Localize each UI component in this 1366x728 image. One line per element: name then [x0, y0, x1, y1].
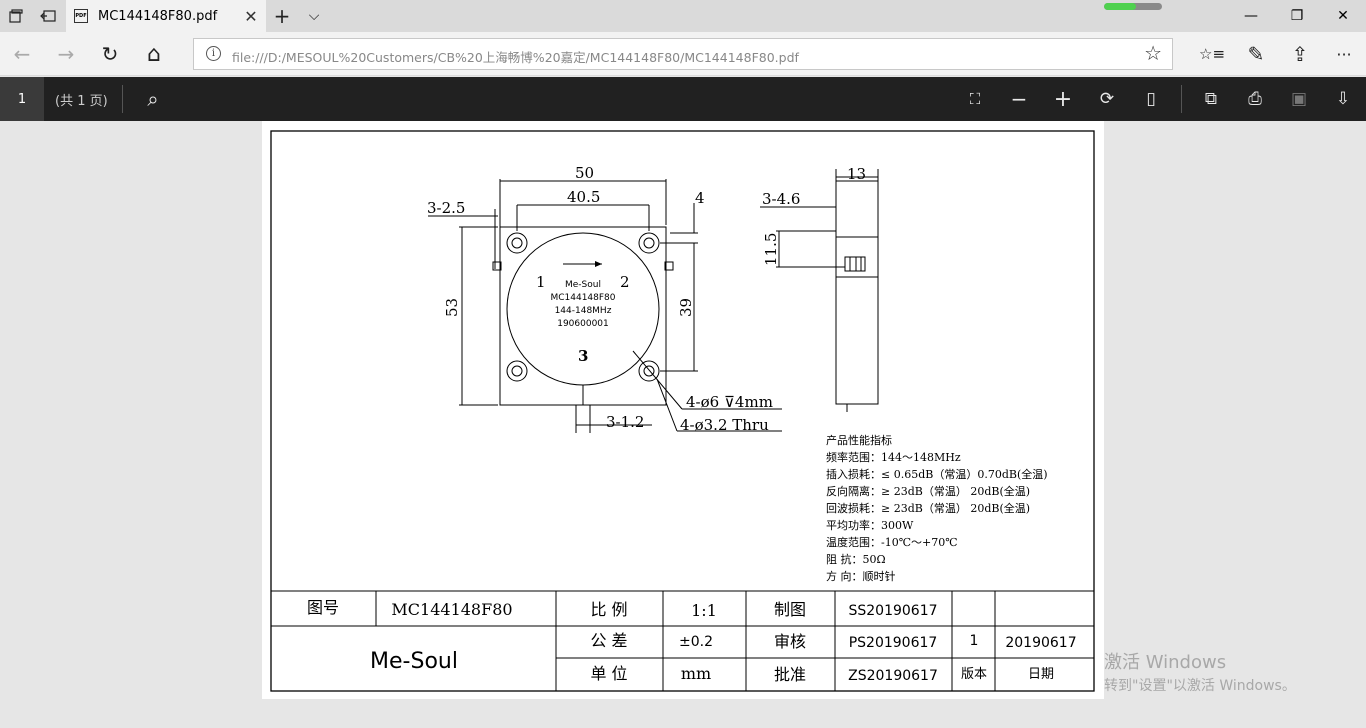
version-label: 版本: [961, 667, 987, 682]
spec-line: 产品性能指标: [826, 433, 892, 447]
spec-line: 回波损耗：≥ 23dB（常温） 20dB(全温): [826, 501, 1030, 515]
download-progress-fill: [1104, 3, 1136, 10]
drawn-value: SS20190617: [848, 603, 937, 619]
unit-label: 单 位: [590, 664, 627, 683]
fit-page-icon[interactable]: ⛶: [963, 87, 987, 111]
spec-line: 阻 抗：50Ω: [826, 552, 886, 566]
activation-watermark: 激活 Windows: [1104, 652, 1227, 673]
dim-right-small: 4: [695, 189, 705, 207]
page-number-input[interactable]: 1: [0, 77, 44, 121]
navigation-bar: ← → ↻ ⌂ i file:///D:/MESOUL%20Customers/…: [0, 32, 1366, 76]
page-layout-icon[interactable]: ▯: [1139, 87, 1163, 111]
spec-line: 温度范围：-10℃～+70℃: [826, 535, 958, 549]
print-icon[interactable]: ⎙: [1243, 87, 1267, 111]
dim-bottom-pin: 3-1.2: [606, 413, 644, 431]
pdf-page: 50 40.5 3-2.5 4 53 39 3-1.2 4-ø6 ⊽4mm 4-…: [262, 121, 1104, 699]
refresh-button[interactable]: ↻: [97, 41, 123, 67]
label-serial: 190600001: [557, 319, 609, 329]
dim-pin-height: 11.5: [762, 233, 780, 266]
version-value: 1: [970, 633, 979, 649]
share-icon[interactable]: ⇪: [1287, 41, 1313, 67]
url-text[interactable]: file:///D:/MESOUL%20Customers/CB%20上海畅博%…: [232, 47, 799, 66]
check-label: 审核: [774, 632, 806, 651]
approve-value: ZS20190617: [848, 668, 938, 684]
unit-value: mm: [681, 664, 711, 683]
label-freq: 144-148MHz: [555, 306, 612, 316]
label-model: MC144148F80: [550, 293, 615, 303]
back-button[interactable]: ←: [9, 41, 35, 67]
dim-inner: 40.5: [567, 188, 600, 206]
favorites-hub-icon[interactable]: ☆≡: [1199, 41, 1225, 67]
save-as-icon[interactable]: ⇩: [1331, 87, 1355, 111]
spec-line: 方 向：顺时针: [826, 569, 896, 583]
pdf-toolbar: 1 (共 1 页) ⌕ ⛶ − + ⟳ ▯ ⧉ ⎙ ▣ ⇩: [0, 77, 1366, 121]
port-1-label: 1: [536, 273, 546, 291]
date-value: 20190617: [1005, 635, 1076, 651]
dim-width: 50: [575, 164, 594, 182]
notes-pen-icon[interactable]: ✎: [1243, 41, 1269, 67]
label-brand: Me-Soul: [565, 280, 601, 290]
home-button[interactable]: ⌂: [141, 41, 167, 67]
tabs-aside-icon[interactable]: [38, 6, 58, 26]
engineering-drawing: 50 40.5 3-2.5 4 53 39 3-1.2 4-ø6 ⊽4mm 4-…: [270, 130, 1095, 692]
check-value: PS20190617: [849, 635, 938, 651]
minimize-button[interactable]: —: [1228, 0, 1274, 32]
search-icon[interactable]: ⌕: [141, 87, 165, 111]
port-3-label: 3: [578, 347, 588, 365]
tab-title: MC144148F80.pdf: [98, 8, 218, 24]
toolbar-divider: [122, 85, 123, 113]
drawing-no: MC144148F80: [391, 600, 512, 619]
spec-line: 频率范围：144～148MHz: [826, 450, 961, 464]
favorite-star-icon[interactable]: ☆: [1144, 41, 1162, 65]
scale-label: 比 例: [590, 600, 627, 619]
scale-value: 1:1: [691, 601, 717, 620]
zoom-out-icon[interactable]: −: [1007, 87, 1031, 111]
dim-hole-thru: 4-ø3.2 Thru: [680, 416, 769, 434]
tab-list-button[interactable]: ⌵: [304, 6, 324, 26]
dim-pin-offset: 3-4.6: [762, 190, 800, 208]
approve-label: 批准: [774, 665, 806, 684]
spec-line: 反向隔离：≥ 23dB（常温） 20dB(全温): [826, 484, 1030, 498]
info-icon[interactable]: i: [206, 46, 221, 61]
zoom-in-icon[interactable]: +: [1051, 87, 1075, 112]
title-bar: PDF MC144148F80.pdf ✕ + ⌵ — ❐ ✕: [0, 0, 1366, 32]
tolerance-label: 公 差: [590, 631, 627, 650]
maximize-button[interactable]: ❐: [1274, 0, 1320, 32]
close-button[interactable]: ✕: [1320, 0, 1366, 32]
address-bar[interactable]: i file:///D:/MESOUL%20Customers/CB%20上海畅…: [193, 38, 1173, 70]
tab-manager-icon[interactable]: [6, 6, 26, 26]
spec-line: 插入损耗：≤ 0.65dB（常温）0.70dB(全温): [826, 467, 1048, 481]
port-2-label: 2: [620, 273, 630, 291]
dim-hole-counterbore: 4-ø6 ⊽4mm: [686, 393, 773, 411]
more-menu-icon[interactable]: ···: [1331, 41, 1357, 67]
dim-left-offset: 3-2.5: [427, 199, 465, 217]
dim-height: 53: [443, 298, 461, 317]
save-icon[interactable]: ▣: [1287, 87, 1311, 111]
tab-close-button[interactable]: ✕: [236, 7, 266, 26]
spec-line: 平均功率：300W: [826, 518, 914, 532]
page-count: (共 1 页): [55, 94, 108, 109]
download-progress: [1104, 3, 1162, 10]
forward-button[interactable]: →: [53, 41, 79, 67]
tolerance-value: ±0.2: [679, 634, 713, 650]
dim-hole-span: 39: [677, 298, 695, 317]
drawn-label: 制图: [774, 600, 806, 619]
company-name: Me-Soul: [370, 649, 458, 674]
drawing-no-label: 图号: [307, 598, 339, 617]
read-aloud-icon[interactable]: ⧉: [1199, 87, 1223, 111]
rotate-icon[interactable]: ⟳: [1095, 87, 1119, 111]
date-label: 日期: [1028, 667, 1054, 682]
activation-watermark-hint: 转到"设置"以激活 Windows。: [1104, 678, 1296, 694]
toolbar-divider: [1181, 85, 1182, 113]
tab-pdf[interactable]: PDF MC144148F80.pdf ✕: [66, 0, 266, 32]
dim-thickness: 13: [847, 165, 866, 183]
new-tab-button[interactable]: +: [272, 4, 292, 28]
pdf-file-icon: PDF: [74, 9, 88, 23]
